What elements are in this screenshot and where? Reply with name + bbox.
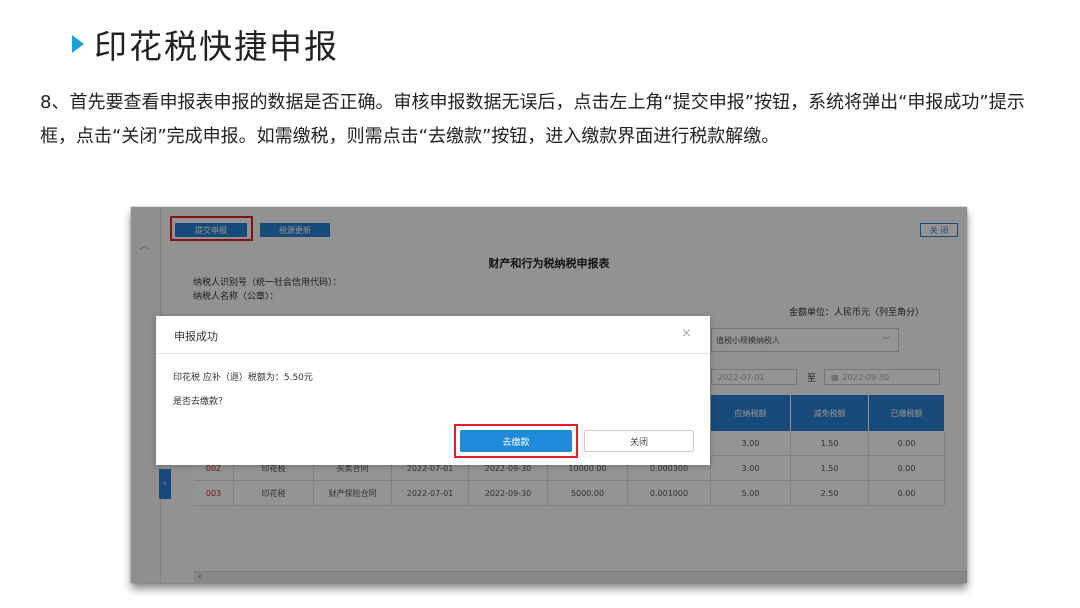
tax-amount-message: 印花税 应补（退）税额为：5.50元 [173, 373, 313, 383]
dialog-close-button[interactable]: 关闭 [584, 430, 694, 452]
pay-highlight-box [454, 424, 578, 458]
screenshot-frame: ︿ ‹ 提交申报 税源更新 关 闭 财产和行为税纳税申报表 纳税人识别号（统一社… [131, 207, 967, 583]
instructions-paragraph: 8、首先要查看申报表申报的数据是否正确。审核申报数据无误后，点击左上角“提交申报… [40, 92, 1025, 147]
title-arrow-icon [72, 35, 84, 53]
declaration-success-dialog: 申报成功 × 印花税 应补（退）税额为：5.50元 是否去缴款？ 去缴款 关闭 [156, 316, 710, 465]
slide-title: 印花税快捷申报 [72, 22, 339, 66]
slide-title-text: 印花税快捷申报 [94, 27, 339, 66]
dialog-title: 申报成功 [174, 330, 218, 343]
close-icon[interactable]: × [681, 326, 692, 341]
pay-question-message: 是否去缴款？ [173, 397, 228, 407]
dialog-header: 申报成功 × [156, 316, 710, 354]
